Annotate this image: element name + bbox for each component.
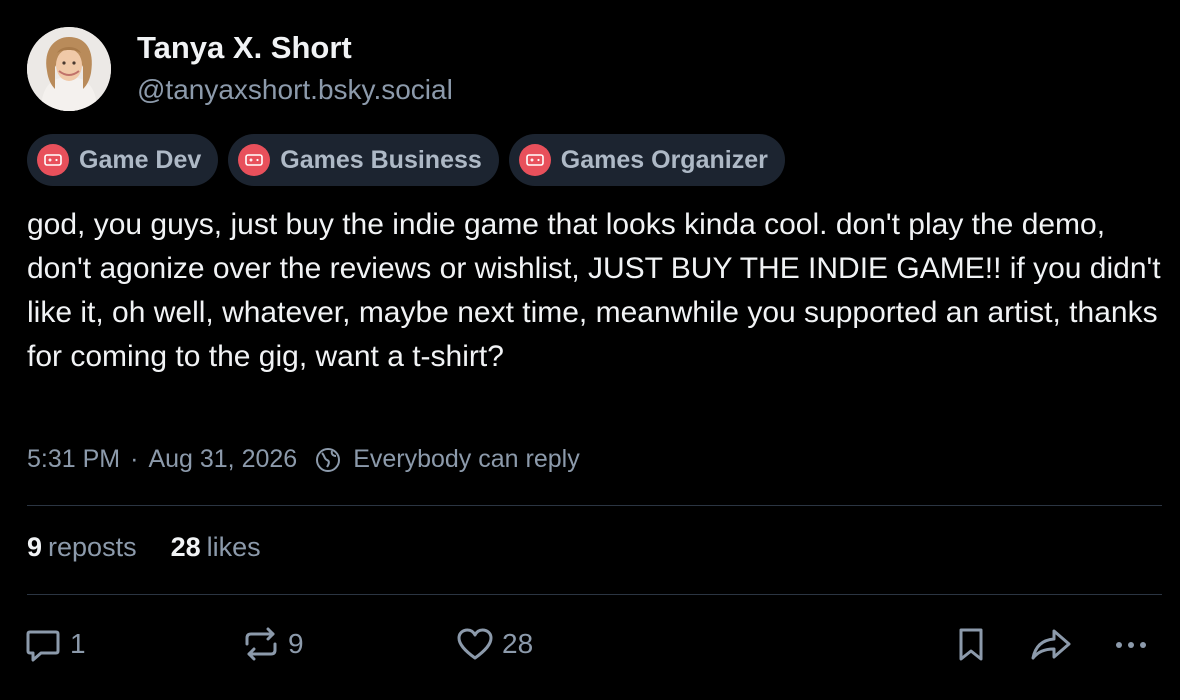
reply-icon xyxy=(26,630,60,662)
more-options-button[interactable] xyxy=(1110,620,1152,668)
author-handle[interactable]: @tanyaxshort.bsky.social xyxy=(137,70,453,110)
gamepad-icon xyxy=(518,144,551,176)
heart-icon xyxy=(457,628,493,660)
divider xyxy=(27,505,1162,506)
author-display-name[interactable]: Tanya X. Short xyxy=(137,28,453,68)
likes-label: likes xyxy=(206,532,261,562)
post-actions: 1 9 28 xyxy=(22,620,1162,668)
repost-button[interactable]: 9 xyxy=(240,620,304,668)
label-chip-games-business[interactable]: Games Business xyxy=(228,134,499,186)
post-date: Aug 31, 2026 xyxy=(148,445,298,473)
post-stats: 9 reposts 28 likes xyxy=(27,532,295,563)
bookmark-button[interactable] xyxy=(950,620,992,668)
author-names: Tanya X. Short @tanyaxshort.bsky.social xyxy=(137,28,453,110)
repost-icon xyxy=(245,627,277,661)
repost-count: 9 xyxy=(288,628,304,659)
post-header: Tanya X. Short @tanyaxshort.bsky.social xyxy=(27,27,453,111)
reposts-label: reposts xyxy=(48,532,137,562)
reply-setting[interactable]: Everybody can reply xyxy=(315,445,580,474)
post-thread-item: Tanya X. Short @tanyaxshort.bsky.social … xyxy=(0,0,1180,700)
label-chip-games-organizer[interactable]: Games Organizer xyxy=(508,134,785,186)
likes-count: 28 xyxy=(170,532,201,562)
reply-button[interactable]: 1 xyxy=(22,620,86,668)
divider xyxy=(27,594,1162,595)
globe-icon xyxy=(316,447,341,472)
label-chip-game-dev[interactable]: Game Dev xyxy=(27,134,219,186)
likes-stat[interactable]: 28 likes xyxy=(171,532,261,563)
label-text: Game Dev xyxy=(79,145,202,174)
reply-setting-label: Everybody can reply xyxy=(353,445,580,473)
like-count: 28 xyxy=(502,628,534,659)
label-text: Games Business xyxy=(280,145,482,174)
gamepad-icon xyxy=(37,144,69,176)
gamepad-icon xyxy=(238,144,271,176)
more-dots-icon xyxy=(1116,642,1146,648)
reply-count: 1 xyxy=(70,628,86,659)
reposts-count: 9 xyxy=(27,532,43,562)
bookmark-icon xyxy=(959,628,983,661)
like-button[interactable]: 28 xyxy=(454,620,533,668)
share-icon xyxy=(1031,629,1071,660)
post-meta: 5:31 PM · Aug 31, 2026 Everybody can rep… xyxy=(27,445,580,474)
reposts-stat[interactable]: 9 reposts xyxy=(27,532,137,563)
post-time: 5:31 PM xyxy=(27,445,121,473)
label-list: Game Dev Games Business Games Organizer xyxy=(27,134,785,186)
meta-separator: · xyxy=(130,445,139,473)
share-button[interactable] xyxy=(1027,620,1075,668)
label-text: Games Organizer xyxy=(560,145,768,174)
avatar[interactable] xyxy=(27,27,111,111)
post-text: god, you guys, just buy the indie game t… xyxy=(27,208,1161,373)
